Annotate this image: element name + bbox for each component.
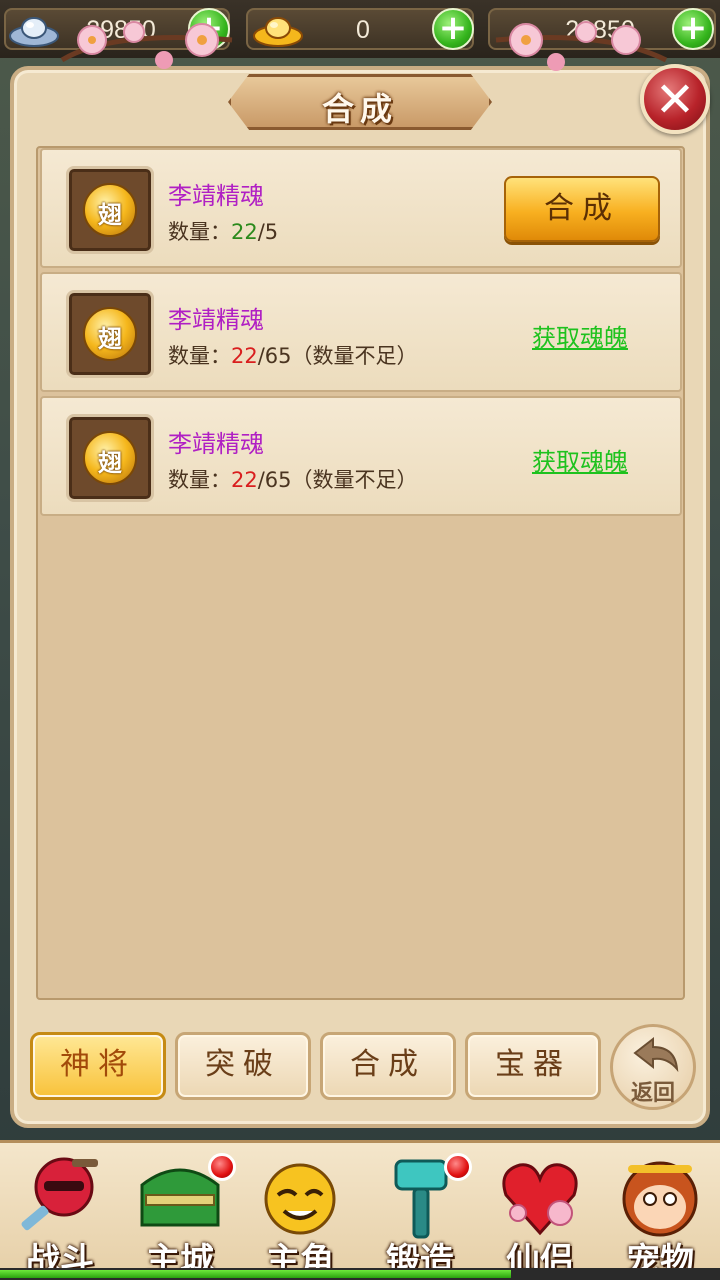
- loading-progress-bar: [0, 1268, 720, 1280]
- list-item: 翅 李靖精魂 数量：22/5 合成: [40, 148, 682, 268]
- item-name: 李靖精魂: [168, 306, 264, 334]
- list-item: 翅 李靖精魂 数量：22/65（数量不足） 获取魂魄: [40, 272, 682, 392]
- get-soul-link[interactable]: 获取魂魄: [532, 318, 628, 353]
- bottom-nav: 战斗 主城 主角 锻造 仙侣 宠物: [0, 1140, 720, 1280]
- tab-breakthrough[interactable]: 突破: [175, 1032, 311, 1100]
- item-slot[interactable]: 翅: [66, 414, 154, 502]
- item-name: 李靖精魂: [168, 430, 264, 458]
- item-quantity: 数量：22/65（数量不足）: [168, 344, 418, 368]
- notification-badge: [208, 1153, 236, 1181]
- item-quantity: 数量：22/65（数量不足）: [168, 468, 418, 492]
- plum-blossom-left-icon: [60, 21, 233, 69]
- tab-treasure[interactable]: 宝器: [465, 1032, 601, 1100]
- back-label: 返回: [630, 1081, 675, 1106]
- soul-coin-icon: 翅: [83, 307, 137, 361]
- hero-face-icon: [264, 1163, 336, 1235]
- tab-synthesis[interactable]: 合成: [320, 1032, 456, 1100]
- synthesize-button[interactable]: 合成: [504, 176, 660, 242]
- get-soul-link[interactable]: 获取魂魄: [532, 442, 628, 477]
- notification-badge: [444, 1153, 472, 1181]
- nav-battle[interactable]: 战斗: [0, 1149, 120, 1280]
- panel-title: 合成: [321, 90, 398, 128]
- add-ingot-button[interactable]: +: [432, 8, 474, 50]
- close-button[interactable]: ✕: [640, 64, 710, 134]
- close-icon: ✕: [654, 72, 696, 128]
- add-currency-button[interactable]: +: [672, 8, 714, 50]
- nav-pet[interactable]: 宠物: [600, 1149, 720, 1280]
- gold-ingot-icon: [253, 17, 303, 47]
- item-slot[interactable]: 翅: [66, 290, 154, 378]
- plum-blossom-right-icon: [495, 21, 668, 71]
- heart-flower-icon: [502, 1163, 578, 1236]
- nav-companion[interactable]: 仙侣: [480, 1149, 600, 1280]
- soul-coin-icon: 翅: [83, 431, 137, 485]
- nav-forge[interactable]: 锻造: [360, 1149, 480, 1280]
- tab-generals[interactable]: 神将: [30, 1032, 166, 1100]
- item-slot[interactable]: 翅: [66, 166, 154, 254]
- soul-coin-icon: 翅: [83, 183, 137, 237]
- ingot-currency: 0 +: [246, 8, 474, 50]
- ingot-amount: 0: [356, 16, 370, 44]
- progress-fill: [0, 1270, 512, 1278]
- list-item: 翅 李靖精魂 数量：22/65（数量不足） 获取魂魄: [40, 396, 682, 516]
- item-name: 李靖精魂: [168, 182, 264, 210]
- nav-hero[interactable]: 主角: [240, 1149, 360, 1280]
- monkey-icon: [622, 1161, 698, 1237]
- back-arrow-icon: [633, 1036, 679, 1073]
- ninja-icon: [21, 1157, 98, 1231]
- back-button[interactable]: 返回: [610, 1024, 696, 1110]
- nav-main-city[interactable]: 主城: [120, 1149, 240, 1280]
- item-quantity: 数量：22/5: [168, 220, 279, 244]
